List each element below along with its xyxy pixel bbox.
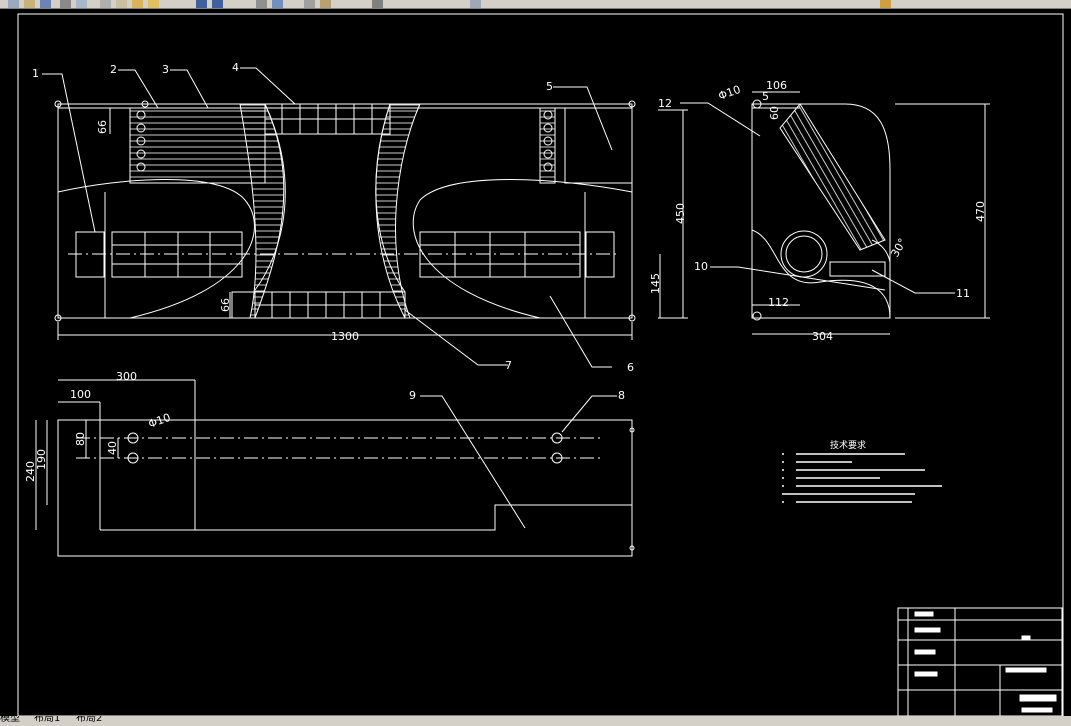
title-block — [897, 607, 1063, 717]
dim-80: 80 — [74, 432, 87, 446]
dim-112: 112 — [768, 296, 789, 309]
callout-12: 12 — [658, 97, 672, 110]
undo-icon[interactable] — [196, 0, 207, 8]
dim-40: 40 — [106, 441, 119, 455]
tab-layout1[interactable]: 布局1 — [34, 716, 60, 726]
toolpalette-icon[interactable] — [372, 0, 383, 8]
callout-6: 6 — [627, 361, 634, 374]
copy-icon[interactable] — [116, 0, 127, 8]
print-icon[interactable] — [60, 0, 71, 8]
dim-106: 106 — [766, 79, 787, 92]
callout-10: 10 — [694, 260, 708, 273]
plan-view — [35, 379, 635, 557]
paste-icon[interactable] — [132, 0, 143, 8]
dim-450: 450 — [674, 203, 687, 224]
zoom-icon[interactable] — [272, 0, 283, 8]
preview-icon[interactable] — [76, 0, 87, 8]
callout-9: 9 — [409, 389, 416, 402]
cut-icon[interactable] — [100, 0, 111, 8]
notes-body — [782, 453, 942, 503]
help-icon[interactable] — [880, 0, 891, 8]
callout-2: 2 — [110, 63, 117, 76]
callout-11: 11 — [956, 287, 970, 300]
layout-tabs: 模型 布局1 布局2 — [0, 716, 1071, 726]
dim-30deg: 30° — [888, 236, 909, 259]
pan-icon[interactable] — [256, 0, 267, 8]
notes-title: 技术要求 — [830, 439, 866, 451]
cad-drawing: 1 2 3 4 5 6 7 8 9 10 11 12 1300 450 145 … — [17, 13, 1064, 717]
dim-304: 304 — [812, 330, 833, 343]
dim-100: 100 — [70, 388, 91, 401]
designcenter-icon[interactable] — [320, 0, 331, 8]
save-icon[interactable] — [40, 0, 51, 8]
dim-60: 60 — [768, 106, 781, 120]
tab-model[interactable]: 模型 — [0, 716, 20, 726]
front-view — [54, 100, 688, 340]
drawing-canvas[interactable]: 1 2 3 4 5 6 7 8 9 10 11 12 1300 450 145 … — [0, 8, 1071, 717]
callout-8: 8 — [618, 389, 625, 402]
dim-300: 300 — [116, 370, 137, 383]
callout-7: 7 — [505, 359, 512, 372]
new-icon[interactable] — [8, 0, 19, 8]
callout-4: 4 — [232, 61, 239, 74]
properties-icon[interactable] — [304, 0, 315, 8]
dim-5: 5 — [762, 90, 769, 103]
dim-phi10-side: Φ10 — [717, 83, 743, 103]
dim-240: 240 — [24, 461, 37, 482]
callout-5: 5 — [546, 80, 553, 93]
dim-66-top: 66 — [96, 120, 109, 134]
dim-phi10-plan: Φ10 — [147, 411, 173, 431]
dim-470: 470 — [974, 201, 987, 222]
callout-1: 1 — [32, 67, 39, 80]
tab-layout2[interactable]: 布局2 — [76, 716, 102, 726]
dim-66-bottom: 66 — [219, 298, 232, 312]
dim-1300: 1300 — [331, 330, 359, 343]
redo-icon[interactable] — [212, 0, 223, 8]
callout-3: 3 — [162, 63, 169, 76]
dim-145: 145 — [649, 273, 662, 294]
open-icon[interactable] — [24, 0, 35, 8]
calc-icon[interactable] — [470, 0, 481, 8]
match-icon[interactable] — [148, 0, 159, 8]
